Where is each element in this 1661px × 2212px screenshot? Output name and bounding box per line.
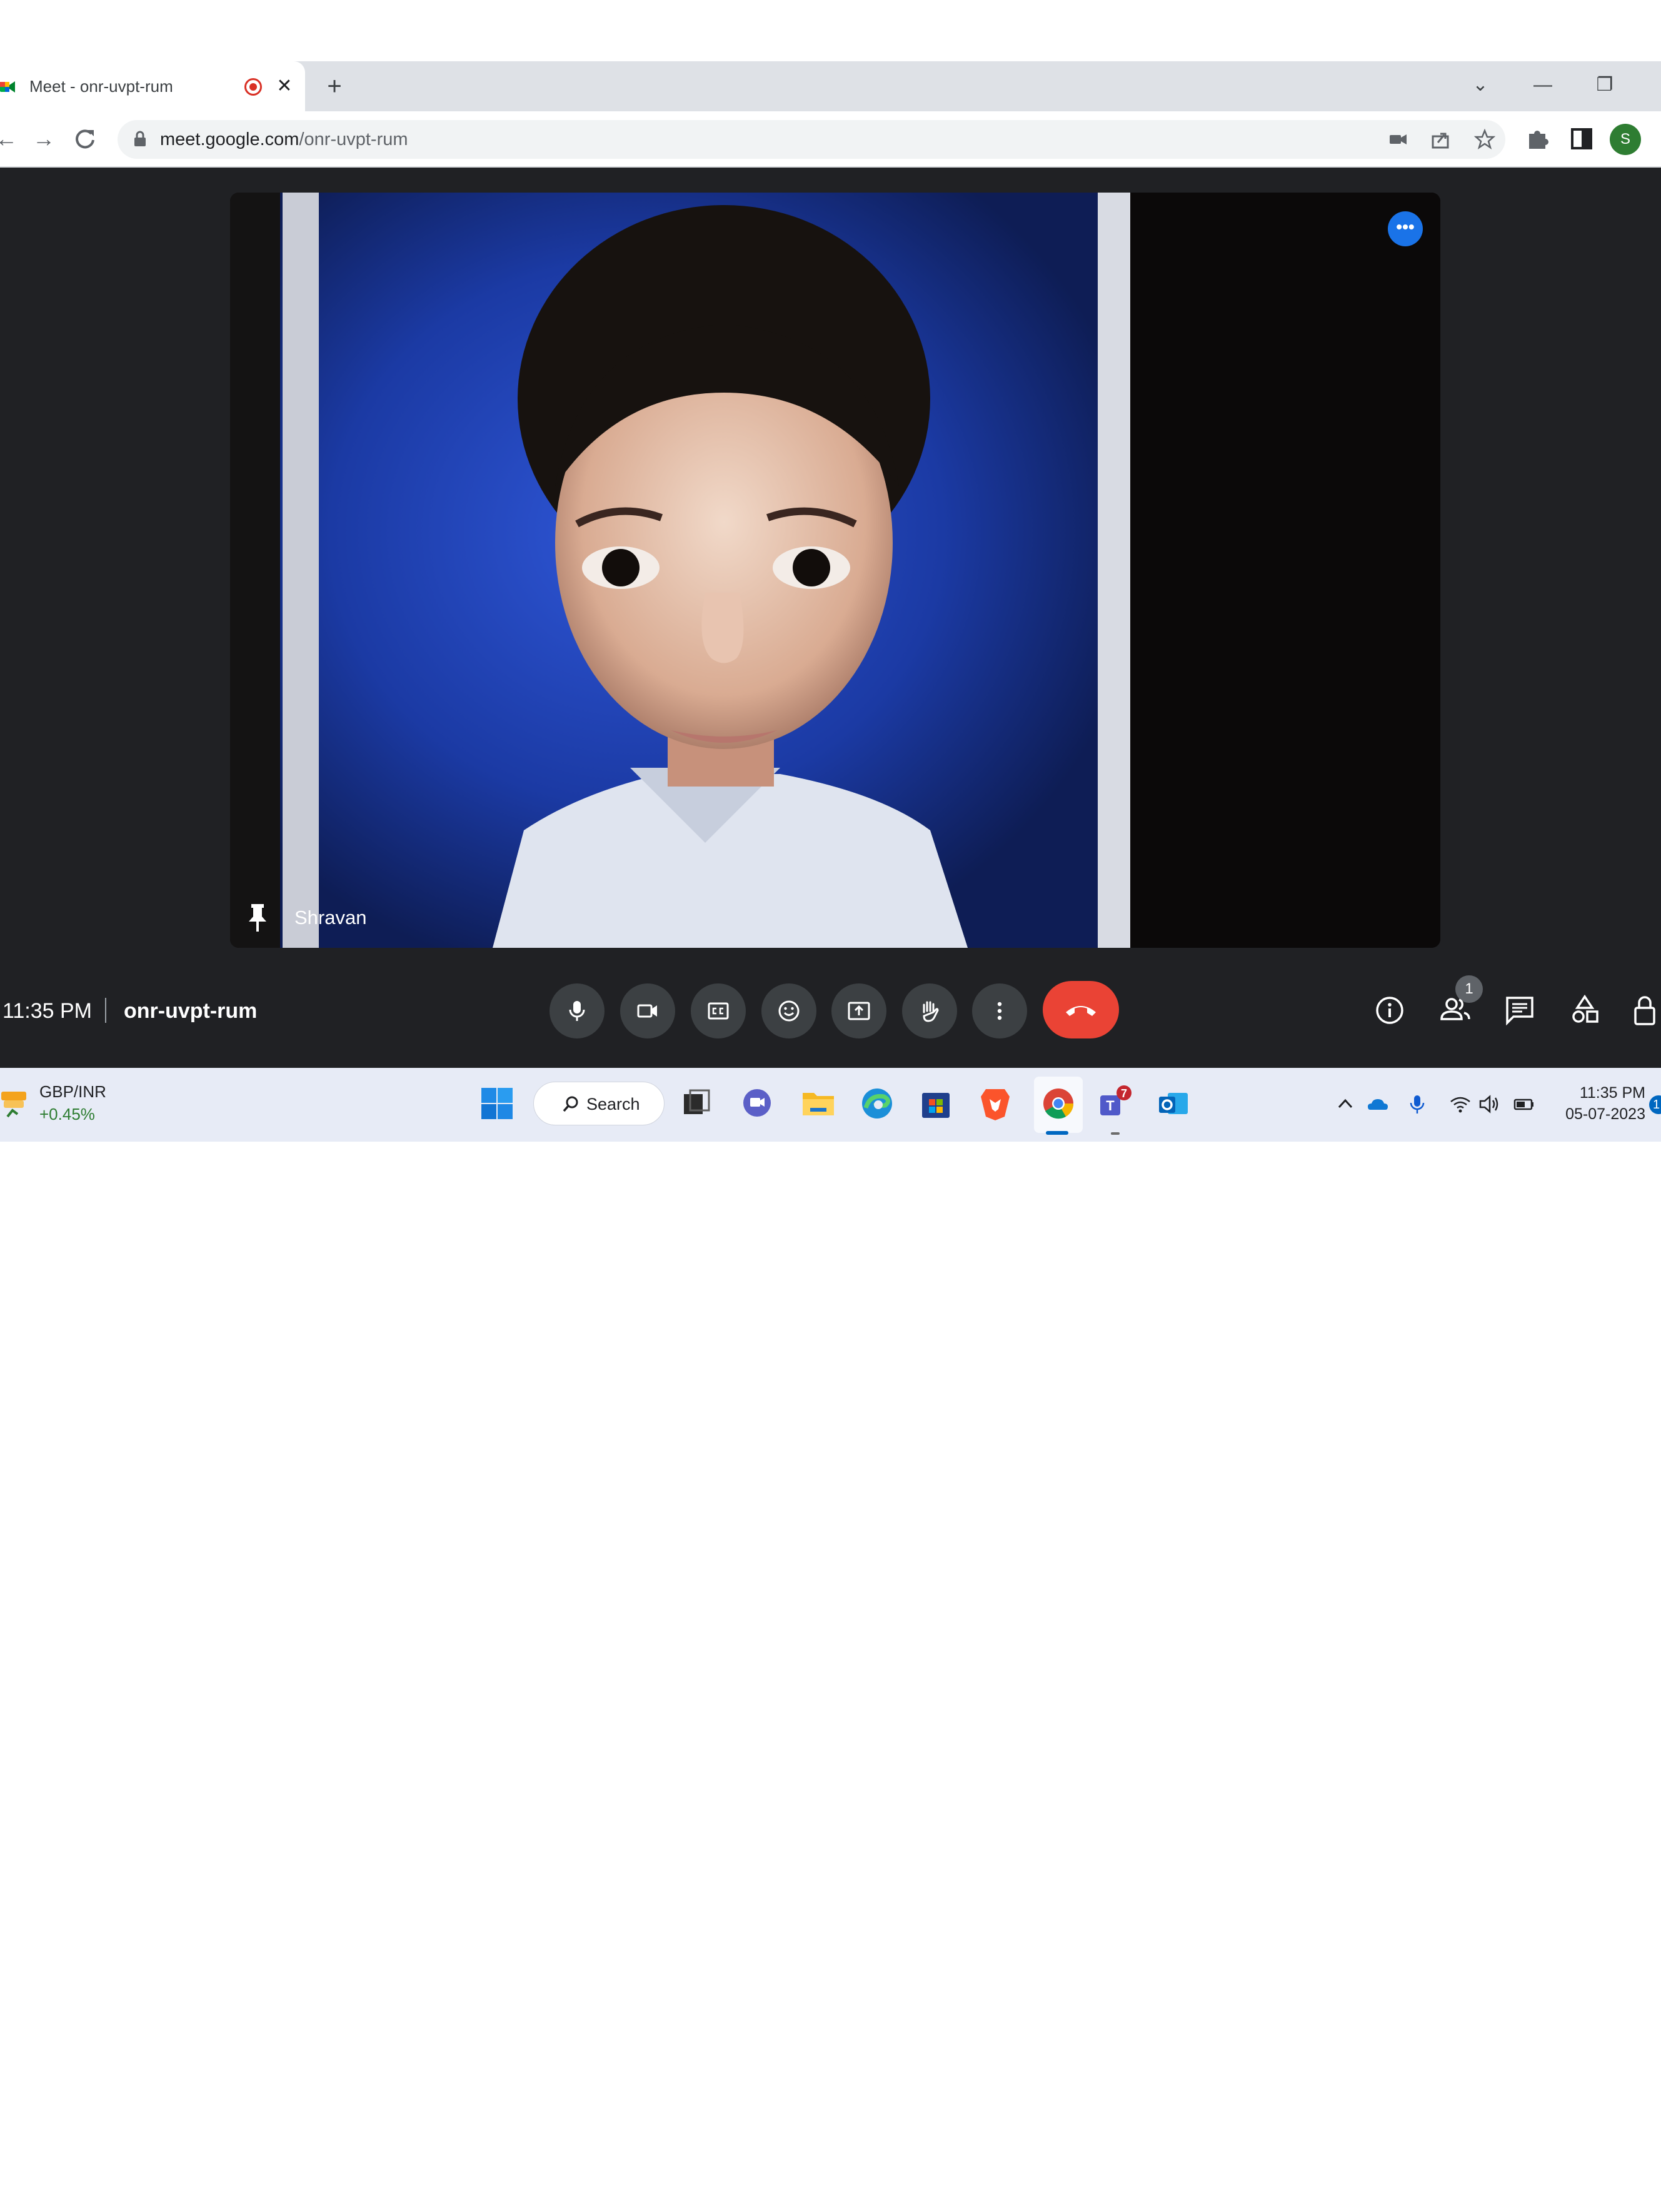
microphone-icon: [569, 1001, 585, 1021]
back-button[interactable]: ←: [0, 125, 20, 153]
brave-browser-icon[interactable]: [976, 1084, 1015, 1123]
wifi-icon[interactable]: [1449, 1093, 1472, 1115]
system-clock-time[interactable]: 11:35 PM: [1575, 1083, 1645, 1103]
chrome-active-indicator: [1046, 1131, 1068, 1135]
forward-button[interactable]: →: [30, 125, 58, 153]
market-widget-icon[interactable]: [0, 1087, 29, 1118]
chevron-up-icon[interactable]: [1334, 1093, 1357, 1115]
leave-call-button[interactable]: [1043, 981, 1119, 1038]
people-icon[interactable]: [1437, 992, 1474, 1029]
task-view-icon[interactable]: [676, 1084, 715, 1123]
teams-icon[interactable]: T 7: [1095, 1084, 1134, 1123]
recording-indicator-icon: [244, 78, 262, 96]
bookmark-star-icon[interactable]: [1474, 129, 1495, 150]
reload-icon[interactable]: [71, 125, 99, 153]
widget-ticker-name[interactable]: GBP/INR: [39, 1082, 106, 1102]
file-explorer-icon[interactable]: [799, 1084, 838, 1123]
search-icon: [563, 1096, 578, 1112]
tab-close-button[interactable]: ✕: [273, 74, 296, 99]
lock-icon[interactable]: [134, 131, 146, 147]
captions-button[interactable]: [691, 983, 746, 1038]
windows-start-icon[interactable]: [478, 1084, 516, 1123]
restore-button[interactable]: ❐: [1591, 71, 1618, 99]
chrome-icon[interactable]: [1039, 1084, 1078, 1123]
participant-name: Shravan: [294, 907, 367, 928]
notification-count-badge[interactable]: 1: [1649, 1095, 1661, 1114]
meeting-controls-bar: 11:35 PM onr-uvpt-rum 1: [0, 963, 1661, 1057]
chat-icon[interactable]: [1501, 992, 1538, 1029]
side-panel-icon[interactable]: [1568, 125, 1595, 153]
closed-captions-icon: [708, 1002, 729, 1020]
widget-ticker-value[interactable]: +0.45%: [39, 1104, 95, 1124]
tab-meet[interactable]: Meet - onr-uvpt-rum ✕: [0, 61, 305, 111]
present-screen-button[interactable]: [831, 983, 886, 1038]
microsoft-store-icon[interactable]: [916, 1084, 955, 1123]
emoji-icon: [778, 1000, 800, 1022]
teams-chat-icon[interactable]: [738, 1084, 776, 1123]
video-camera-icon: [637, 1004, 657, 1018]
more-vert-icon: [997, 1002, 1002, 1020]
activities-icon[interactable]: [1566, 992, 1603, 1029]
extensions-icon[interactable]: [1524, 125, 1552, 153]
minimize-button[interactable]: —: [1529, 71, 1557, 99]
svg-text:T: T: [1106, 1098, 1115, 1114]
browser-tab-strip: Meet - onr-uvpt-rum ✕ + ⌄ — ❐: [0, 61, 1661, 111]
microphone-button[interactable]: [549, 983, 605, 1038]
battery-icon[interactable]: [1513, 1093, 1535, 1115]
taskbar-search-box[interactable]: Search: [533, 1082, 665, 1125]
desktop-screen: Meet - onr-uvpt-rum ✕ + ⌄ — ❐ ← → meet.g…: [0, 0, 1661, 1142]
volume-icon[interactable]: [1478, 1093, 1500, 1115]
raise-hand-button[interactable]: [902, 983, 957, 1038]
google-meet-favicon-icon: [0, 81, 15, 93]
raise-hand-icon: [923, 1001, 939, 1022]
host-controls-icon[interactable]: [1630, 992, 1661, 1029]
teams-badge: 7: [1121, 1087, 1127, 1100]
outlook-icon[interactable]: [1154, 1084, 1193, 1123]
camera-button[interactable]: [620, 983, 675, 1038]
share-icon[interactable]: [1430, 129, 1452, 150]
teams-running-indicator: [1111, 1132, 1120, 1135]
address-bar[interactable]: meet.google.com/onr-uvpt-rum: [118, 120, 1505, 159]
tab-title: Meet - onr-uvpt-rum: [29, 77, 173, 96]
search-label: Search: [586, 1095, 640, 1114]
meeting-details-icon[interactable]: [1371, 992, 1408, 1029]
participant-video-feed: [230, 193, 1440, 948]
top-margin: [0, 0, 1661, 61]
pin-icon[interactable]: [245, 903, 270, 933]
microphone-tray-icon[interactable]: [1406, 1093, 1428, 1115]
present-screen-icon: [848, 1002, 870, 1020]
edge-browser-icon[interactable]: [858, 1084, 896, 1123]
tab-search-button[interactable]: ⌄: [1467, 71, 1494, 99]
browser-toolbar: ← → meet.google.com/onr-uvpt-rum S: [0, 111, 1661, 168]
profile-avatar[interactable]: S: [1610, 124, 1641, 155]
meeting-code: onr-uvpt-rum: [124, 999, 258, 1023]
call-end-icon: [1066, 1006, 1096, 1016]
url-path: /onr-uvpt-rum: [299, 129, 408, 149]
meeting-time: 11:35 PM: [3, 999, 93, 1023]
reactions-button[interactable]: [761, 983, 816, 1038]
new-tab-button[interactable]: +: [322, 73, 347, 100]
camera-in-use-icon[interactable]: [1388, 129, 1409, 150]
details-divider: [105, 998, 106, 1023]
windows-taskbar: GBP/INR +0.45% Search T 7 11:35 PM 05-07…: [0, 1068, 1661, 1142]
participant-video-tile[interactable]: ••• Shravan: [230, 193, 1440, 948]
participant-options-button[interactable]: •••: [1388, 211, 1423, 246]
url-text[interactable]: meet.google.com/onr-uvpt-rum: [160, 128, 408, 151]
more-options-button[interactable]: [972, 983, 1027, 1038]
system-clock-date[interactable]: 05-07-2023: [1543, 1104, 1645, 1124]
onedrive-cloud-icon[interactable]: [1367, 1093, 1389, 1115]
url-host: meet.google.com: [160, 129, 299, 149]
